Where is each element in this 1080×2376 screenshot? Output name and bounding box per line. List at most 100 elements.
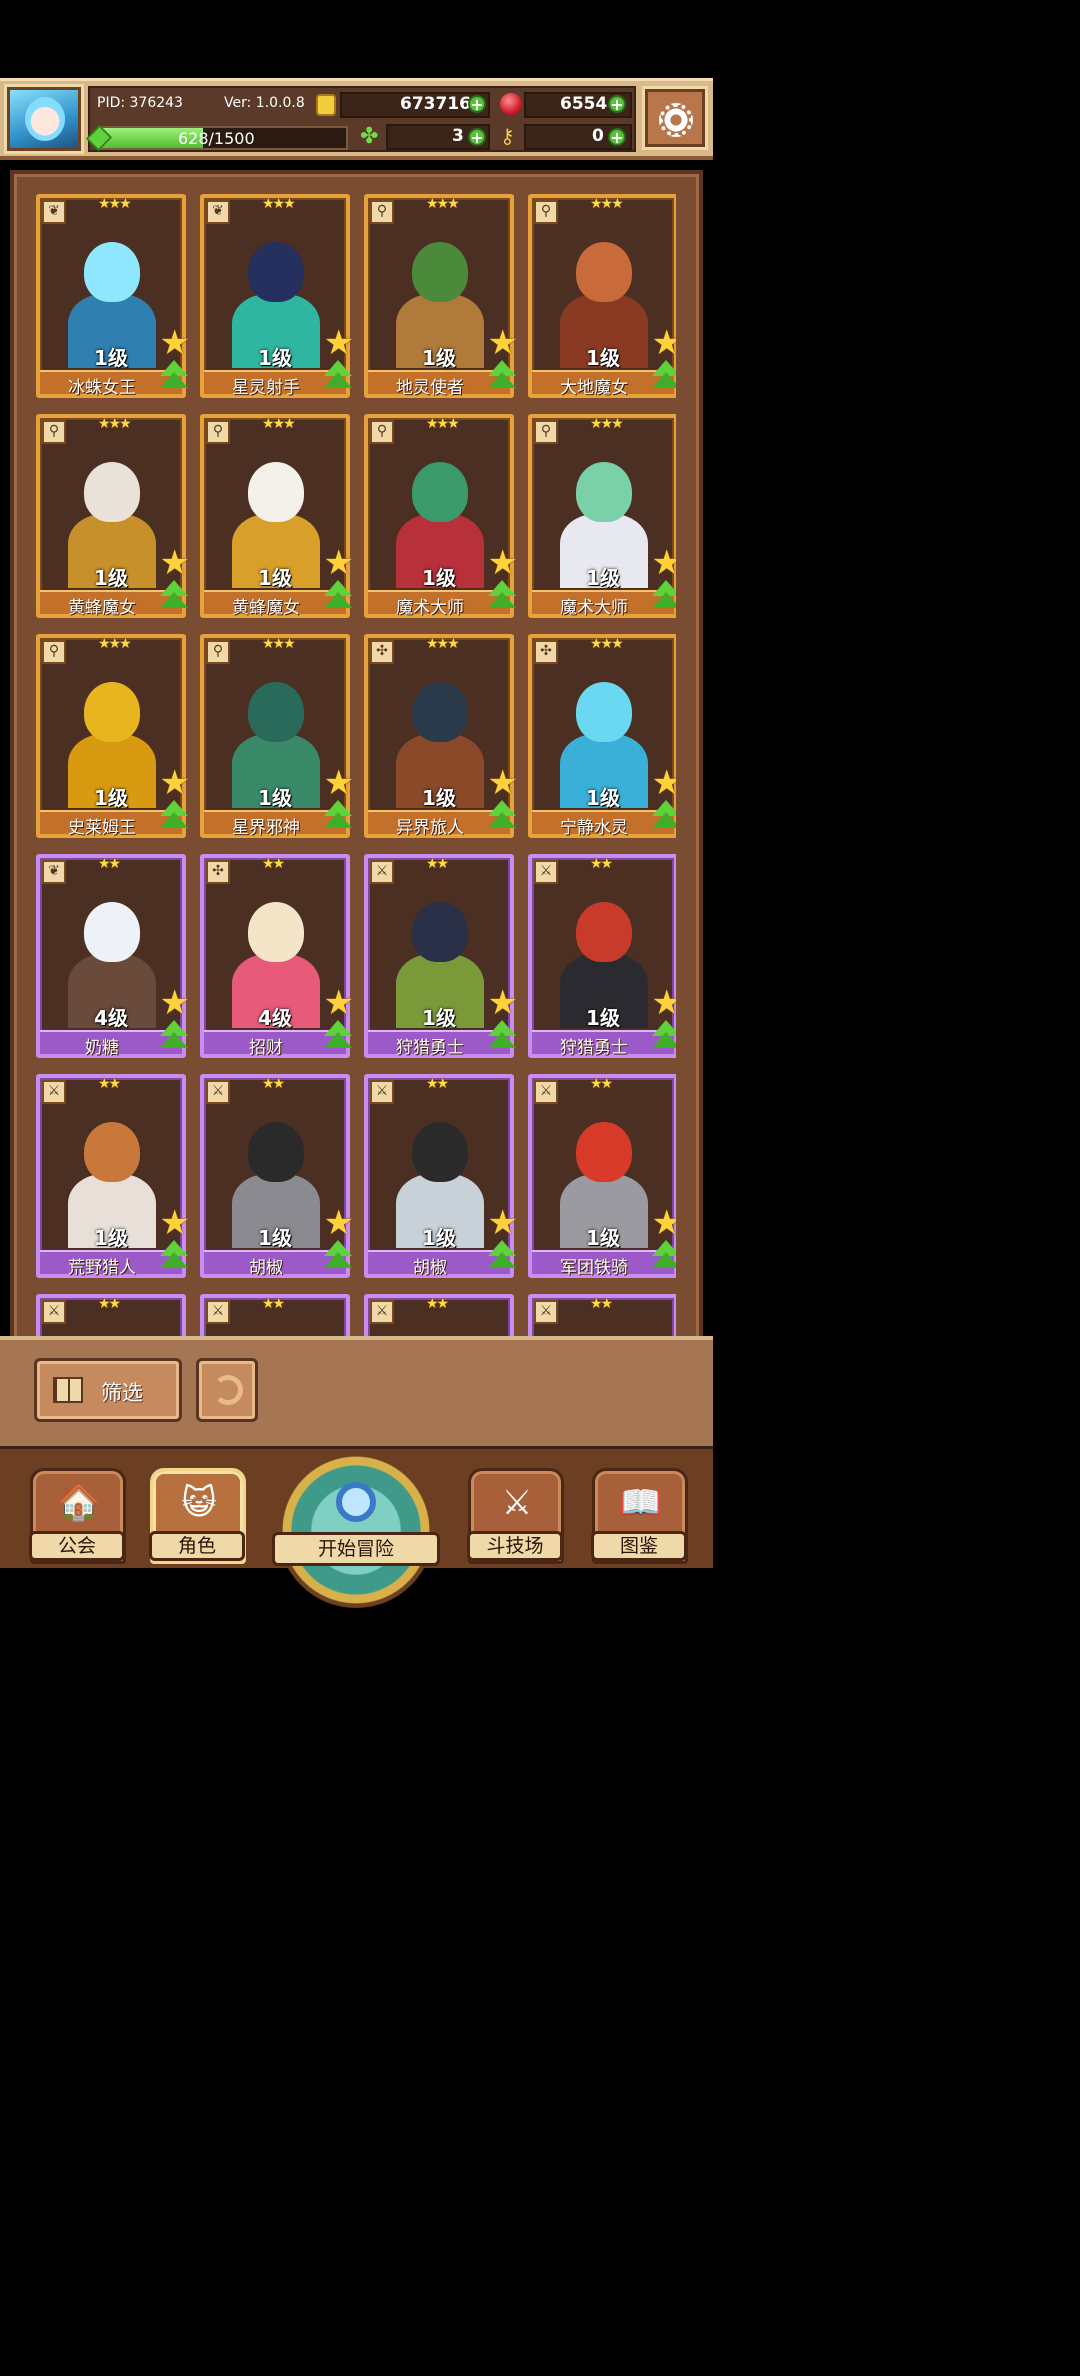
star-upgrade-icon[interactable]: ★	[652, 326, 676, 360]
hero-card[interactable]: ⚔ ★★ 1级 军团铁骑 ★	[528, 1074, 676, 1278]
sword-icon: ⚔	[370, 1080, 394, 1104]
hero-card[interactable]: ✣ ★★★ 1级 宁静水灵 ★	[528, 634, 676, 838]
star-upgrade-icon[interactable]: ★	[160, 766, 190, 800]
hero-card[interactable]: ⚔ ★★ 1级 狩猎勇士 ★	[528, 854, 676, 1058]
level-up-arrow-icon[interactable]	[650, 800, 676, 832]
hero-card[interactable]: ⚲ ★★★ 1级 黄蜂魔女 ★	[200, 414, 354, 618]
hero-card[interactable]: ⚔★★★	[200, 1294, 350, 1336]
rarity-stars: ★★★	[262, 196, 296, 212]
hero-card[interactable]: ❦ ★★ 4级 奶糖 ★	[36, 854, 190, 1058]
rarity-stars: ★★★	[426, 416, 460, 432]
sword-icon: ⚔	[206, 1300, 230, 1324]
rarity-stars: ★★★	[98, 416, 132, 432]
level-up-arrow-icon[interactable]	[486, 1020, 518, 1052]
hero-card[interactable]: ⚔★★★	[36, 1294, 186, 1336]
star-upgrade-icon[interactable]: ★	[324, 326, 354, 360]
level-up-arrow-icon[interactable]	[486, 360, 518, 392]
cross-icon: ✣	[206, 860, 230, 884]
star-upgrade-icon[interactable]: ★	[488, 986, 518, 1020]
player-id-label: PID: 376243	[97, 95, 183, 111]
level-up-arrow-icon[interactable]	[158, 360, 190, 392]
hero-card[interactable]: ⚔ ★★ 1级 胡椒 ★	[364, 1074, 518, 1278]
hero-card[interactable]: ✣ ★★★ 1级 异界旅人 ★	[364, 634, 518, 838]
level-up-arrow-icon[interactable]	[158, 580, 190, 612]
level-up-arrow-icon[interactable]	[486, 580, 518, 612]
hero-name: 招财	[249, 1038, 283, 1058]
hero-card[interactable]: ⚔ ★★ 1级 荒野猎人 ★	[36, 1074, 190, 1278]
level-up-arrow-icon[interactable]	[322, 580, 354, 612]
star-upgrade-icon[interactable]: ★	[488, 546, 518, 580]
star-upgrade-icon[interactable]: ★	[652, 546, 676, 580]
rarity-stars: ★★	[262, 856, 285, 872]
hero-card[interactable]: ❦ ★★★ 1级 冰蛛女王 ★	[36, 194, 190, 398]
star-upgrade-icon[interactable]: ★	[324, 766, 354, 800]
add-key-button[interactable]: +	[608, 128, 626, 146]
level-up-arrow-icon[interactable]	[486, 1240, 518, 1272]
level-up-arrow-icon[interactable]	[322, 360, 354, 392]
hero-card[interactable]: ✣ ★★ 4级 招财 ★	[200, 854, 354, 1058]
hero-card[interactable]: ⚲ ★★★ 1级 史莱姆王 ★	[36, 634, 190, 838]
hero-card[interactable]: ⚔ ★★ 1级 狩猎勇士 ★	[364, 854, 518, 1058]
hero-card[interactable]: ❦ ★★★ 1级 星灵射手 ★	[200, 194, 354, 398]
star-upgrade-icon[interactable]: ★	[652, 1206, 676, 1240]
player-avatar[interactable]	[4, 84, 84, 154]
rarity-stars: ★★★	[98, 636, 132, 652]
star-upgrade-icon[interactable]: ★	[488, 1206, 518, 1240]
star-upgrade-icon[interactable]: ★	[324, 546, 354, 580]
hero-card[interactable]: ⚲ ★★★ 1级 魔术大师 ★	[528, 414, 676, 618]
star-upgrade-icon[interactable]: ★	[652, 986, 676, 1020]
level-up-arrow-icon[interactable]	[322, 1240, 354, 1272]
nav-tab-guild-label: 公会	[29, 1531, 125, 1561]
level-up-arrow-icon[interactable]	[158, 800, 190, 832]
hero-name: 狩猎勇士	[396, 1038, 464, 1058]
reset-button[interactable]	[196, 1358, 258, 1422]
hero-name: 魔术大师	[396, 598, 464, 618]
add-gold-button[interactable]: +	[468, 95, 486, 113]
rarity-stars: ★★★	[590, 636, 624, 652]
start-adventure-label: 开始冒险	[272, 1532, 440, 1566]
add-clover-button[interactable]: +	[468, 128, 486, 146]
hero-card[interactable]: ⚔ ★★ 1级 胡椒 ★	[200, 1074, 354, 1278]
nav-tab-codex[interactable]: 📖 图鉴	[591, 1468, 688, 1564]
hero-card[interactable]: ⚔★★★	[528, 1294, 676, 1336]
star-upgrade-icon[interactable]: ★	[488, 326, 518, 360]
star-upgrade-icon[interactable]: ★	[324, 1206, 354, 1240]
star-upgrade-icon[interactable]: ★	[488, 766, 518, 800]
hero-card[interactable]: ⚲ ★★★ 1级 星界邪神 ★	[200, 634, 354, 838]
settings-button[interactable]	[642, 86, 708, 150]
start-adventure-button[interactable]: 开始冒险	[272, 1452, 440, 1608]
hero-card[interactable]: ⚔★★★	[364, 1294, 514, 1336]
filter-button[interactable]: 筛选	[34, 1358, 182, 1422]
ruby-gem-icon	[500, 93, 522, 115]
level-up-arrow-icon[interactable]	[158, 1020, 190, 1052]
hero-card[interactable]: ⚲ ★★★ 1级 地灵使者 ★	[364, 194, 518, 398]
level-up-arrow-icon[interactable]	[322, 1020, 354, 1052]
nav-tab-arena[interactable]: ⚔ 斗技场	[467, 1468, 564, 1564]
hero-card[interactable]: ⚲ ★★★ 1级 黄蜂魔女 ★	[36, 414, 190, 618]
hero-head	[576, 1122, 632, 1182]
hero-card[interactable]: ⚲ ★★★ 1级 大地魔女 ★	[528, 194, 676, 398]
star-upgrade-icon[interactable]: ★	[160, 986, 190, 1020]
level-up-arrow-icon[interactable]	[650, 360, 676, 392]
rarity-stars: ★★★	[590, 416, 624, 432]
star-upgrade-icon[interactable]: ★	[160, 326, 190, 360]
star-upgrade-icon[interactable]: ★	[160, 546, 190, 580]
cross-icon: ✣	[534, 640, 558, 664]
star-upgrade-icon[interactable]: ★	[160, 1206, 190, 1240]
nav-tab-guild[interactable]: 🏠 公会	[29, 1468, 126, 1564]
crossed-swords-icon: ⚔	[501, 1483, 533, 1523]
level-up-arrow-icon[interactable]	[486, 800, 518, 832]
level-up-arrow-icon[interactable]	[650, 580, 676, 612]
star-upgrade-icon[interactable]: ★	[652, 766, 676, 800]
nav-tab-character[interactable]: 😺 角色	[149, 1468, 246, 1564]
guild-house-icon: 🏠	[57, 1483, 101, 1523]
level-up-arrow-icon[interactable]	[650, 1240, 676, 1272]
level-up-arrow-icon[interactable]	[650, 1020, 676, 1052]
add-ruby-button[interactable]: +	[608, 95, 626, 113]
character-roster-grid[interactable]: ❦ ★★★ 1级 冰蛛女王 ★ ❦ ★★★ 1级 星灵射手 ★ ⚲ ★★★ 1级 地灵使者 ★ ⚲ ★★★ 1级大…	[36, 194, 676, 1336]
level-up-arrow-icon[interactable]	[322, 800, 354, 832]
rarity-stars: ★★	[590, 856, 613, 872]
star-upgrade-icon[interactable]: ★	[324, 986, 354, 1020]
hero-card[interactable]: ⚲ ★★★ 1级 魔术大师 ★	[364, 414, 518, 618]
level-up-arrow-icon[interactable]	[158, 1240, 190, 1272]
